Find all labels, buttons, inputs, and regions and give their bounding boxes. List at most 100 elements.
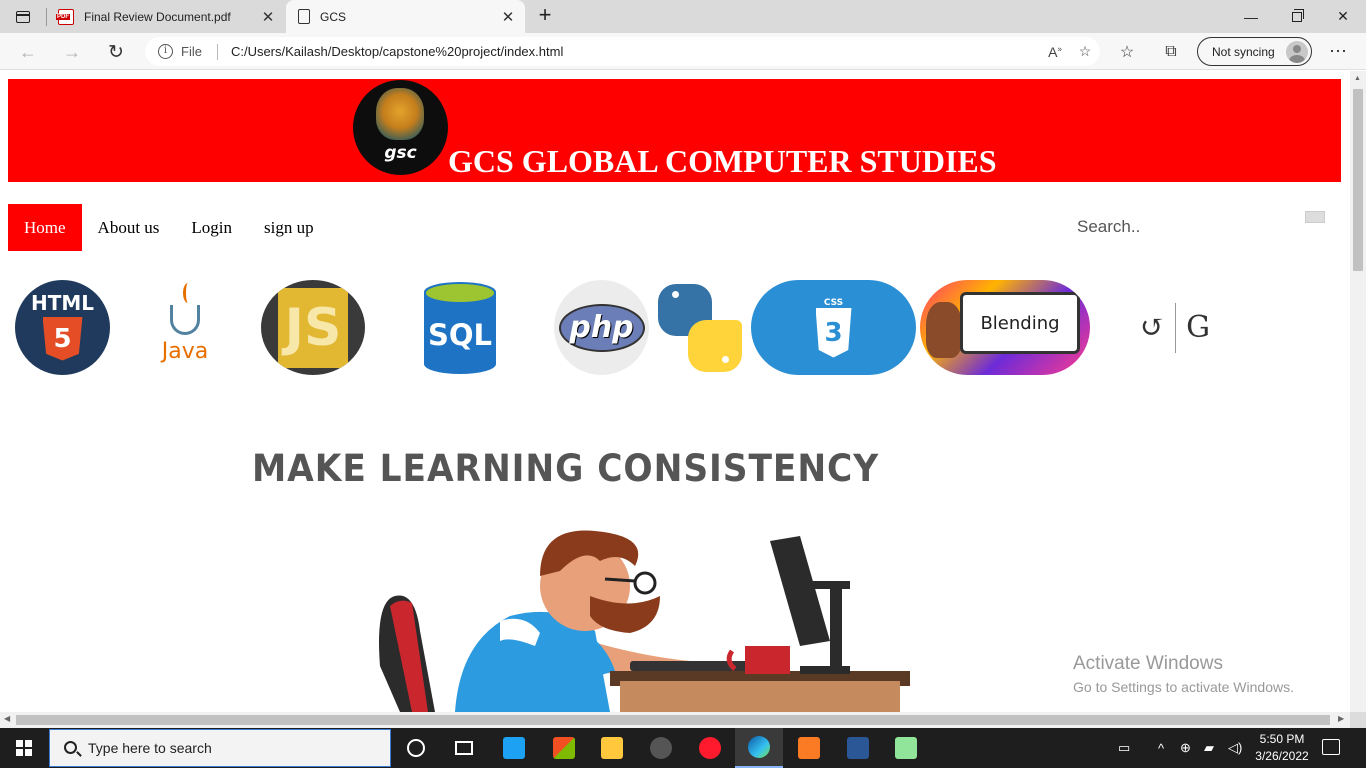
php-logo: php: [554, 280, 649, 375]
reload-button[interactable]: ↻: [102, 38, 130, 66]
favorites-icon[interactable]: ☆: [1116, 41, 1138, 63]
xampp-app[interactable]: [785, 728, 833, 768]
word-icon: [847, 737, 869, 759]
taskbar-search-box[interactable]: Type here to search: [49, 729, 391, 767]
nav-home[interactable]: Home: [8, 204, 82, 251]
css3-logo: CSS 3: [751, 280, 916, 375]
read-aloud-icon[interactable]: A»: [1040, 44, 1070, 60]
html-logo-mark: 5: [42, 316, 83, 361]
blending-logo: Blending: [920, 280, 1090, 375]
student-at-computer-illustration: [379, 530, 910, 712]
avatar: [1286, 41, 1308, 63]
opera-app[interactable]: [686, 728, 734, 768]
keyboard-icon[interactable]: ▭: [1118, 728, 1130, 768]
show-hidden-icons-icon[interactable]: ^: [1158, 728, 1164, 768]
media-icon: [650, 737, 672, 759]
close-icon[interactable]: ✕: [497, 6, 519, 28]
file-label: File: [181, 44, 202, 59]
volume-icon[interactable]: ◁): [1228, 728, 1242, 768]
new-tab-button[interactable]: +: [533, 4, 557, 28]
tab-actions-icon[interactable]: [8, 6, 38, 28]
notification-icon[interactable]: [1322, 739, 1340, 755]
twitter-app[interactable]: [490, 728, 538, 768]
page-icon: [298, 9, 310, 24]
python-logo: [652, 280, 747, 375]
profile-sync-button[interactable]: Not syncing: [1197, 37, 1312, 66]
restore-button[interactable]: [1274, 0, 1320, 33]
scroll-left-icon[interactable]: ◀: [4, 714, 10, 723]
edge-app[interactable]: [735, 728, 783, 768]
nav-login[interactable]: Login: [175, 204, 248, 251]
more-menu-icon[interactable]: ⋯: [1325, 39, 1351, 65]
windows-taskbar: Type here to search ▭ ^ ⊕ ▰ ◁) 5:50 PM 3…: [0, 728, 1366, 768]
file-explorer-app[interactable]: [588, 728, 636, 768]
info-icon[interactable]: i: [158, 44, 173, 59]
twitter-icon: [503, 737, 525, 759]
start-button[interactable]: [0, 728, 48, 768]
restore-icon: [1292, 8, 1304, 22]
add-favorite-icon[interactable]: ☆: [1070, 43, 1100, 60]
browser-tab-strip: Final Review Document.pdf ✕ GCS ✕ + — ✕: [0, 0, 1366, 33]
windows-logo-icon: [16, 740, 32, 756]
js-logo-mark: JS: [278, 287, 348, 368]
sql-logo: SQL: [424, 280, 496, 375]
watermark-title: Activate Windows: [1073, 653, 1223, 674]
task-view-button[interactable]: [440, 728, 488, 768]
vertical-scrollbar[interactable]: ▲: [1350, 71, 1366, 712]
address-divider: [216, 43, 218, 60]
search-button[interactable]: [1305, 211, 1325, 223]
store-icon: [553, 737, 575, 759]
java-logo-text: Java: [161, 339, 209, 364]
nav-sign-up[interactable]: sign up: [248, 204, 330, 251]
vertical-scroll-thumb[interactable]: [1353, 89, 1363, 271]
horizontal-scroll-thumb[interactable]: [16, 715, 1330, 725]
network-icon[interactable]: ⊕: [1180, 728, 1191, 768]
battery-icon[interactable]: ▰: [1204, 728, 1214, 768]
system-clock[interactable]: 5:50 PM 3/26/2022: [1250, 731, 1314, 765]
scroll-right-icon[interactable]: ▶: [1338, 714, 1344, 723]
css-logo-text: CSS: [823, 297, 844, 308]
php-logo-text: php: [558, 303, 645, 352]
search-icon: [64, 741, 77, 754]
url-text[interactable]: C:/Users/Kailash/Desktop/capstone%20proj…: [231, 44, 1040, 59]
search-input[interactable]: [1077, 215, 1267, 239]
word-app[interactable]: [834, 728, 882, 768]
media-app[interactable]: [637, 728, 685, 768]
scrollbar-corner: [1350, 712, 1366, 728]
task-view-icon: [455, 741, 473, 755]
address-bar[interactable]: i File C:/Users/Kailash/Desktop/capstone…: [145, 37, 1100, 66]
gc-logo: ↺ G: [1110, 280, 1240, 375]
blending-text: Blending: [960, 292, 1080, 354]
minimize-button[interactable]: —: [1228, 0, 1274, 33]
slogan-heading: MAKE LEARNING CONSISTENCY: [252, 447, 880, 490]
collections-icon[interactable]: ⧉: [1160, 41, 1182, 63]
gc-logo-mark-left: ↺: [1139, 310, 1166, 345]
close-icon[interactable]: ✕: [257, 6, 279, 28]
java-logo: Java: [155, 280, 215, 375]
nav-about-us[interactable]: About us: [82, 204, 176, 251]
css-logo-mark: 3: [815, 307, 852, 358]
lion-emblem-icon: [376, 88, 424, 140]
xampp-icon: [798, 737, 820, 759]
sync-label: Not syncing: [1212, 44, 1275, 59]
notepadpp-app[interactable]: [882, 728, 930, 768]
tab-final-review[interactable]: Final Review Document.pdf ✕: [50, 0, 285, 33]
html-logo-text: HTML: [30, 290, 95, 315]
tab-gcs[interactable]: GCS ✕: [286, 0, 525, 33]
cortana-button[interactable]: [392, 728, 440, 768]
page-viewport: gsc GCS GLOBAL COMPUTER STUDIES Home Abo…: [0, 71, 1350, 712]
pdf-icon: [56, 8, 74, 25]
store-app[interactable]: [540, 728, 588, 768]
browser-toolbar: ← → ↻ i File C:/Users/Kailash/Desktop/ca…: [0, 33, 1366, 70]
tab-divider: [46, 8, 47, 26]
horizontal-scrollbar[interactable]: ◀ ▶: [0, 712, 1350, 728]
tab-title: GCS: [320, 9, 347, 24]
forward-button[interactable]: →: [58, 38, 86, 66]
scroll-up-icon[interactable]: ▲: [1354, 75, 1361, 82]
logo-text: gsc: [384, 143, 417, 163]
gc-logo-mark-right: G: [1186, 310, 1211, 345]
back-button[interactable]: ←: [14, 38, 42, 66]
javascript-logo: JS: [261, 280, 365, 375]
opera-icon: [699, 737, 721, 759]
close-window-button[interactable]: ✕: [1320, 0, 1366, 33]
